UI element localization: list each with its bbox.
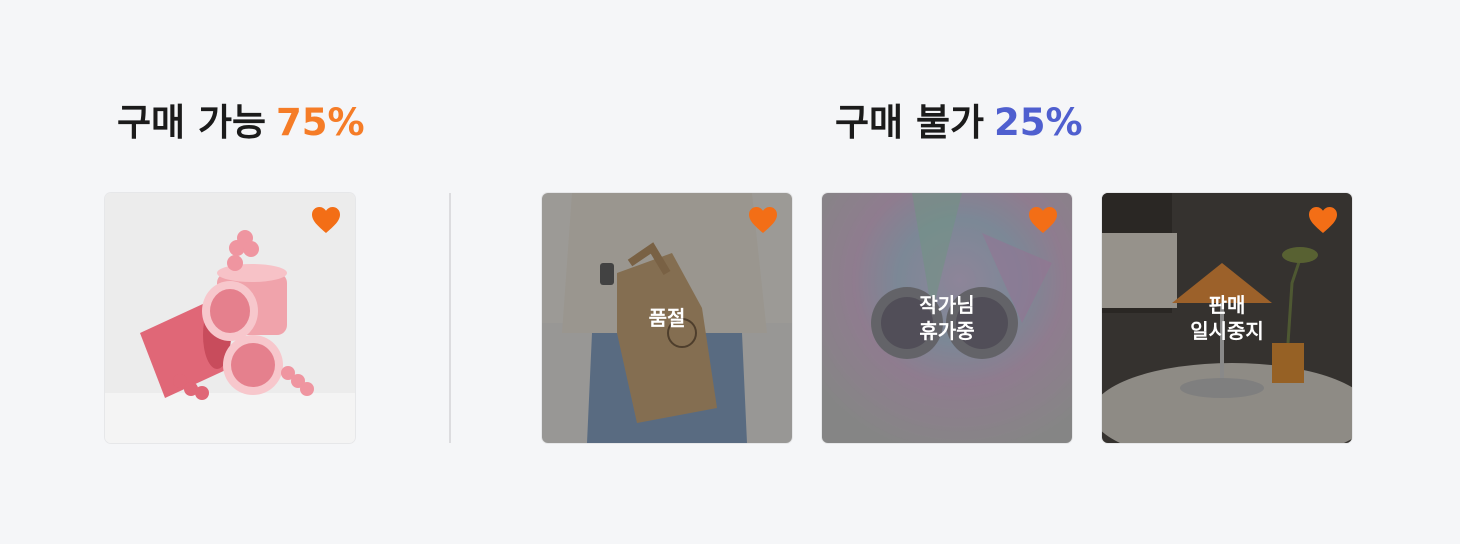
status-text-line2: 일시중지: [1190, 319, 1264, 343]
heart-icon[interactable]: [1028, 206, 1058, 234]
heart-icon[interactable]: [748, 206, 778, 234]
product-card-lamp[interactable]: 판매 일시중지: [1102, 193, 1352, 443]
heart-icon[interactable]: [311, 206, 341, 234]
unavailable-label: 구매 불가: [835, 101, 985, 144]
status-text-line1: 판매: [1208, 293, 1246, 317]
product-card-bag[interactable]: 품절: [542, 193, 792, 443]
unavailable-percent: 25%: [994, 101, 1083, 144]
status-text-line2: 휴가중: [919, 319, 975, 343]
product-card-earrings[interactable]: 작가님 휴가중: [822, 193, 1072, 443]
heart-icon[interactable]: [1308, 206, 1338, 234]
status-label: 작가님 휴가중: [822, 292, 1072, 344]
product-card-mugs[interactable]: [105, 193, 355, 443]
section-divider: [449, 193, 451, 443]
available-percent: 75%: [276, 101, 365, 144]
available-heading: 구매 가능 75%: [117, 99, 365, 147]
status-text: 품절: [648, 306, 686, 330]
status-text-line1: 작가님: [919, 293, 975, 317]
status-label: 품절: [542, 305, 792, 331]
status-label: 판매 일시중지: [1102, 292, 1352, 344]
unavailable-heading: 구매 불가 25%: [835, 99, 1083, 147]
available-label: 구매 가능: [117, 101, 267, 144]
